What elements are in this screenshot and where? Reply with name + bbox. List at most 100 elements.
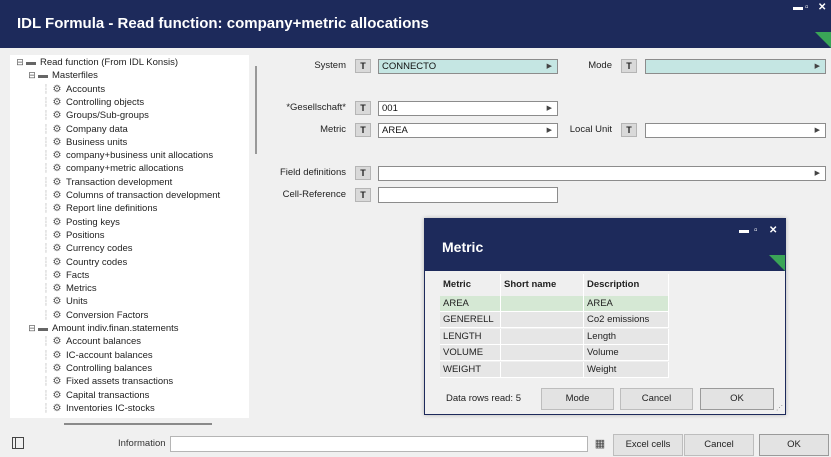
tree-item[interactable]: ┆ ⚙ Accounts [42,83,105,96]
metric-field[interactable]: AREA ▶ [378,123,558,138]
ok-button[interactable]: OK [759,434,829,456]
minimize-icon[interactable]: ▬ [793,3,803,13]
dialog-ok-button[interactable]: OK [700,388,774,410]
close-icon[interactable]: ✕ [818,3,826,13]
function-tree[interactable]: ⊟ ▬ Read function (From IDL Konsis) ⊟ ▬ Maste… [10,55,249,418]
table-cell: GENERELL [440,312,501,329]
panel-toggle-icon[interactable] [12,437,24,449]
column-header[interactable]: Metric [440,274,501,296]
gesellschaft-t-button[interactable]: T [355,101,371,115]
tree-item[interactable]: ┆ ⚙ company+metric allocations [42,162,183,175]
tree-item[interactable]: ┆ ⚙ Account balances [42,335,141,348]
collapse-toggle-icon[interactable]: ⊟ [16,56,24,69]
tree-item[interactable]: ⊟ ▬ Read function (From IDL Konsis) [16,56,178,69]
tree-item[interactable]: ┆ ⚙ Controlling objects [42,96,144,109]
tree-line-icon: ┆ [43,190,49,200]
gear-icon: ⚙ [52,110,62,122]
tree-item[interactable]: ┆ ⚙ Report line definitions [42,202,157,215]
maximize-icon[interactable]: ▫ [805,3,809,13]
tree-item-label: Report line definitions [66,203,158,215]
dropdown-arrow-icon[interactable]: ▶ [547,124,552,137]
cell-reference-input[interactable] [378,187,558,203]
dialog-maximize-icon[interactable]: ▫ [754,226,758,236]
cancel-button[interactable]: Cancel [684,434,754,456]
dialog-mode-button[interactable]: Mode [541,388,614,410]
information-field[interactable] [170,436,588,452]
excel-cells-button[interactable]: Excel cells [613,434,683,456]
tree-item-label: Masterfiles [52,70,98,82]
mode-field[interactable]: ▶ [645,59,826,74]
table-row[interactable]: AREA AREA [440,296,669,312]
tree-item[interactable]: ┆ ⚙ Fixed assets transactions [42,375,173,388]
gear-icon: ⚙ [52,123,62,135]
collapse-toggle-icon[interactable]: ⊟ [28,322,36,335]
metric-label: Metric [320,124,346,135]
tree-item[interactable]: ┆ ⚙ Units [42,295,87,308]
tree-item[interactable]: ⊟ ▬ Masterfiles [28,69,98,82]
table-row[interactable]: WEIGHT Weight [440,361,669,378]
local-unit-t-button[interactable]: T [621,123,637,137]
tree-item[interactable]: ┆ ⚙ Inventories IC-stocks [42,402,155,415]
tree-item-label: company+business unit allocations [66,150,214,162]
tree-item[interactable]: ┆ ⚙ Transaction development [42,176,172,189]
tree-item[interactable]: ┆ ⚙ Columns of transaction development [42,189,220,202]
cell-reference-t-button[interactable]: T [355,188,371,202]
tree-item[interactable]: ┆ ⚙ Metrics [42,282,96,295]
gear-icon: ⚙ [52,296,62,308]
metric-t-button[interactable]: T [355,123,371,137]
dialog-close-icon[interactable]: ✕ [769,226,777,236]
tree-horizontal-scrollbar[interactable] [64,423,212,425]
table-row[interactable]: LENGTH Length [440,328,669,345]
system-t-button[interactable]: T [355,59,371,73]
tree-item[interactable]: ┆ ⚙ Business units [42,136,127,149]
field-definitions-t-button[interactable]: T [355,166,371,180]
local-unit-field[interactable]: ▶ [645,123,826,138]
column-header[interactable]: Short name [501,274,584,296]
gear-icon: ⚙ [52,176,62,188]
tree-item-label: Controlling objects [66,96,145,108]
tree-line-icon: ┆ [43,96,49,107]
tree-item[interactable]: ┆ ⚙ Currency codes [42,242,132,255]
dropdown-arrow-icon[interactable]: ▶ [815,167,820,180]
gear-icon: ⚙ [52,269,62,281]
column-header[interactable]: Description [584,274,669,296]
mode-t-button[interactable]: T [621,59,637,73]
table-row[interactable]: VOLUME Volume [440,345,669,362]
tree-item[interactable]: ⊟ ▬ Amount indiv.finan.statements [28,322,178,335]
collapse-toggle-icon[interactable]: ⊟ [28,69,36,82]
tree-item-label: Inventories IC-stocks [66,402,155,414]
gesellschaft-label: *Gesellschaft* [286,102,346,113]
tree-item[interactable]: ┆ ⚙ Capital transactions [42,389,149,402]
dropdown-arrow-icon[interactable]: ▶ [547,60,552,73]
tree-item[interactable]: ┆ ⚙ Conversion Factors [42,309,148,322]
dialog-cancel-button[interactable]: Cancel [620,388,693,410]
dropdown-arrow-icon[interactable]: ▶ [815,60,820,73]
gesellschaft-field[interactable]: 001 ▶ [378,101,558,116]
table-cell [501,312,584,329]
tree-item[interactable]: ┆ ⚙ Posting keys [42,216,120,229]
tree-item[interactable]: ┆ ⚙ Facts [42,269,89,282]
pane-splitter[interactable] [255,66,257,154]
dropdown-arrow-icon[interactable]: ▶ [547,102,552,115]
title-bar: IDL Formula - Read function: company+met… [0,0,831,48]
excel-grid-icon[interactable]: ▦ [593,437,607,451]
tree-item[interactable]: ┆ ⚙ Groups/Sub-groups [42,109,149,122]
field-definitions-field[interactable]: ▶ [378,166,826,181]
resize-grip-icon[interactable]: ⋰ [776,404,783,412]
tree-item[interactable]: ┆ ⚙ Controlling balances [42,362,152,375]
table-cell: Volume [584,345,669,362]
table-row[interactable]: GENERELL Co2 emissions [440,312,669,329]
tree-item[interactable]: ┆ ⚙ IC-account balances [42,349,152,362]
tree-item[interactable]: ┆ ⚙ Positions [42,229,104,242]
dialog-title: Metric [442,239,484,255]
tree-item[interactable]: ┆ ⚙ Company data [42,123,128,136]
tree-item-label: Read function (From IDL Konsis) [40,57,178,68]
tree-item-label: Account balances [66,336,141,348]
system-field[interactable]: CONNECTO ▶ [378,59,558,74]
mode-label: Mode [588,60,612,71]
tree-item[interactable]: ┆ ⚙ Country codes [42,256,127,269]
dialog-minimize-icon[interactable]: ▬ [739,226,749,236]
tree-item[interactable]: ┆ ⚙ company+business unit allocations [42,149,213,162]
gear-icon: ⚙ [52,309,62,321]
dropdown-arrow-icon[interactable]: ▶ [815,124,820,137]
